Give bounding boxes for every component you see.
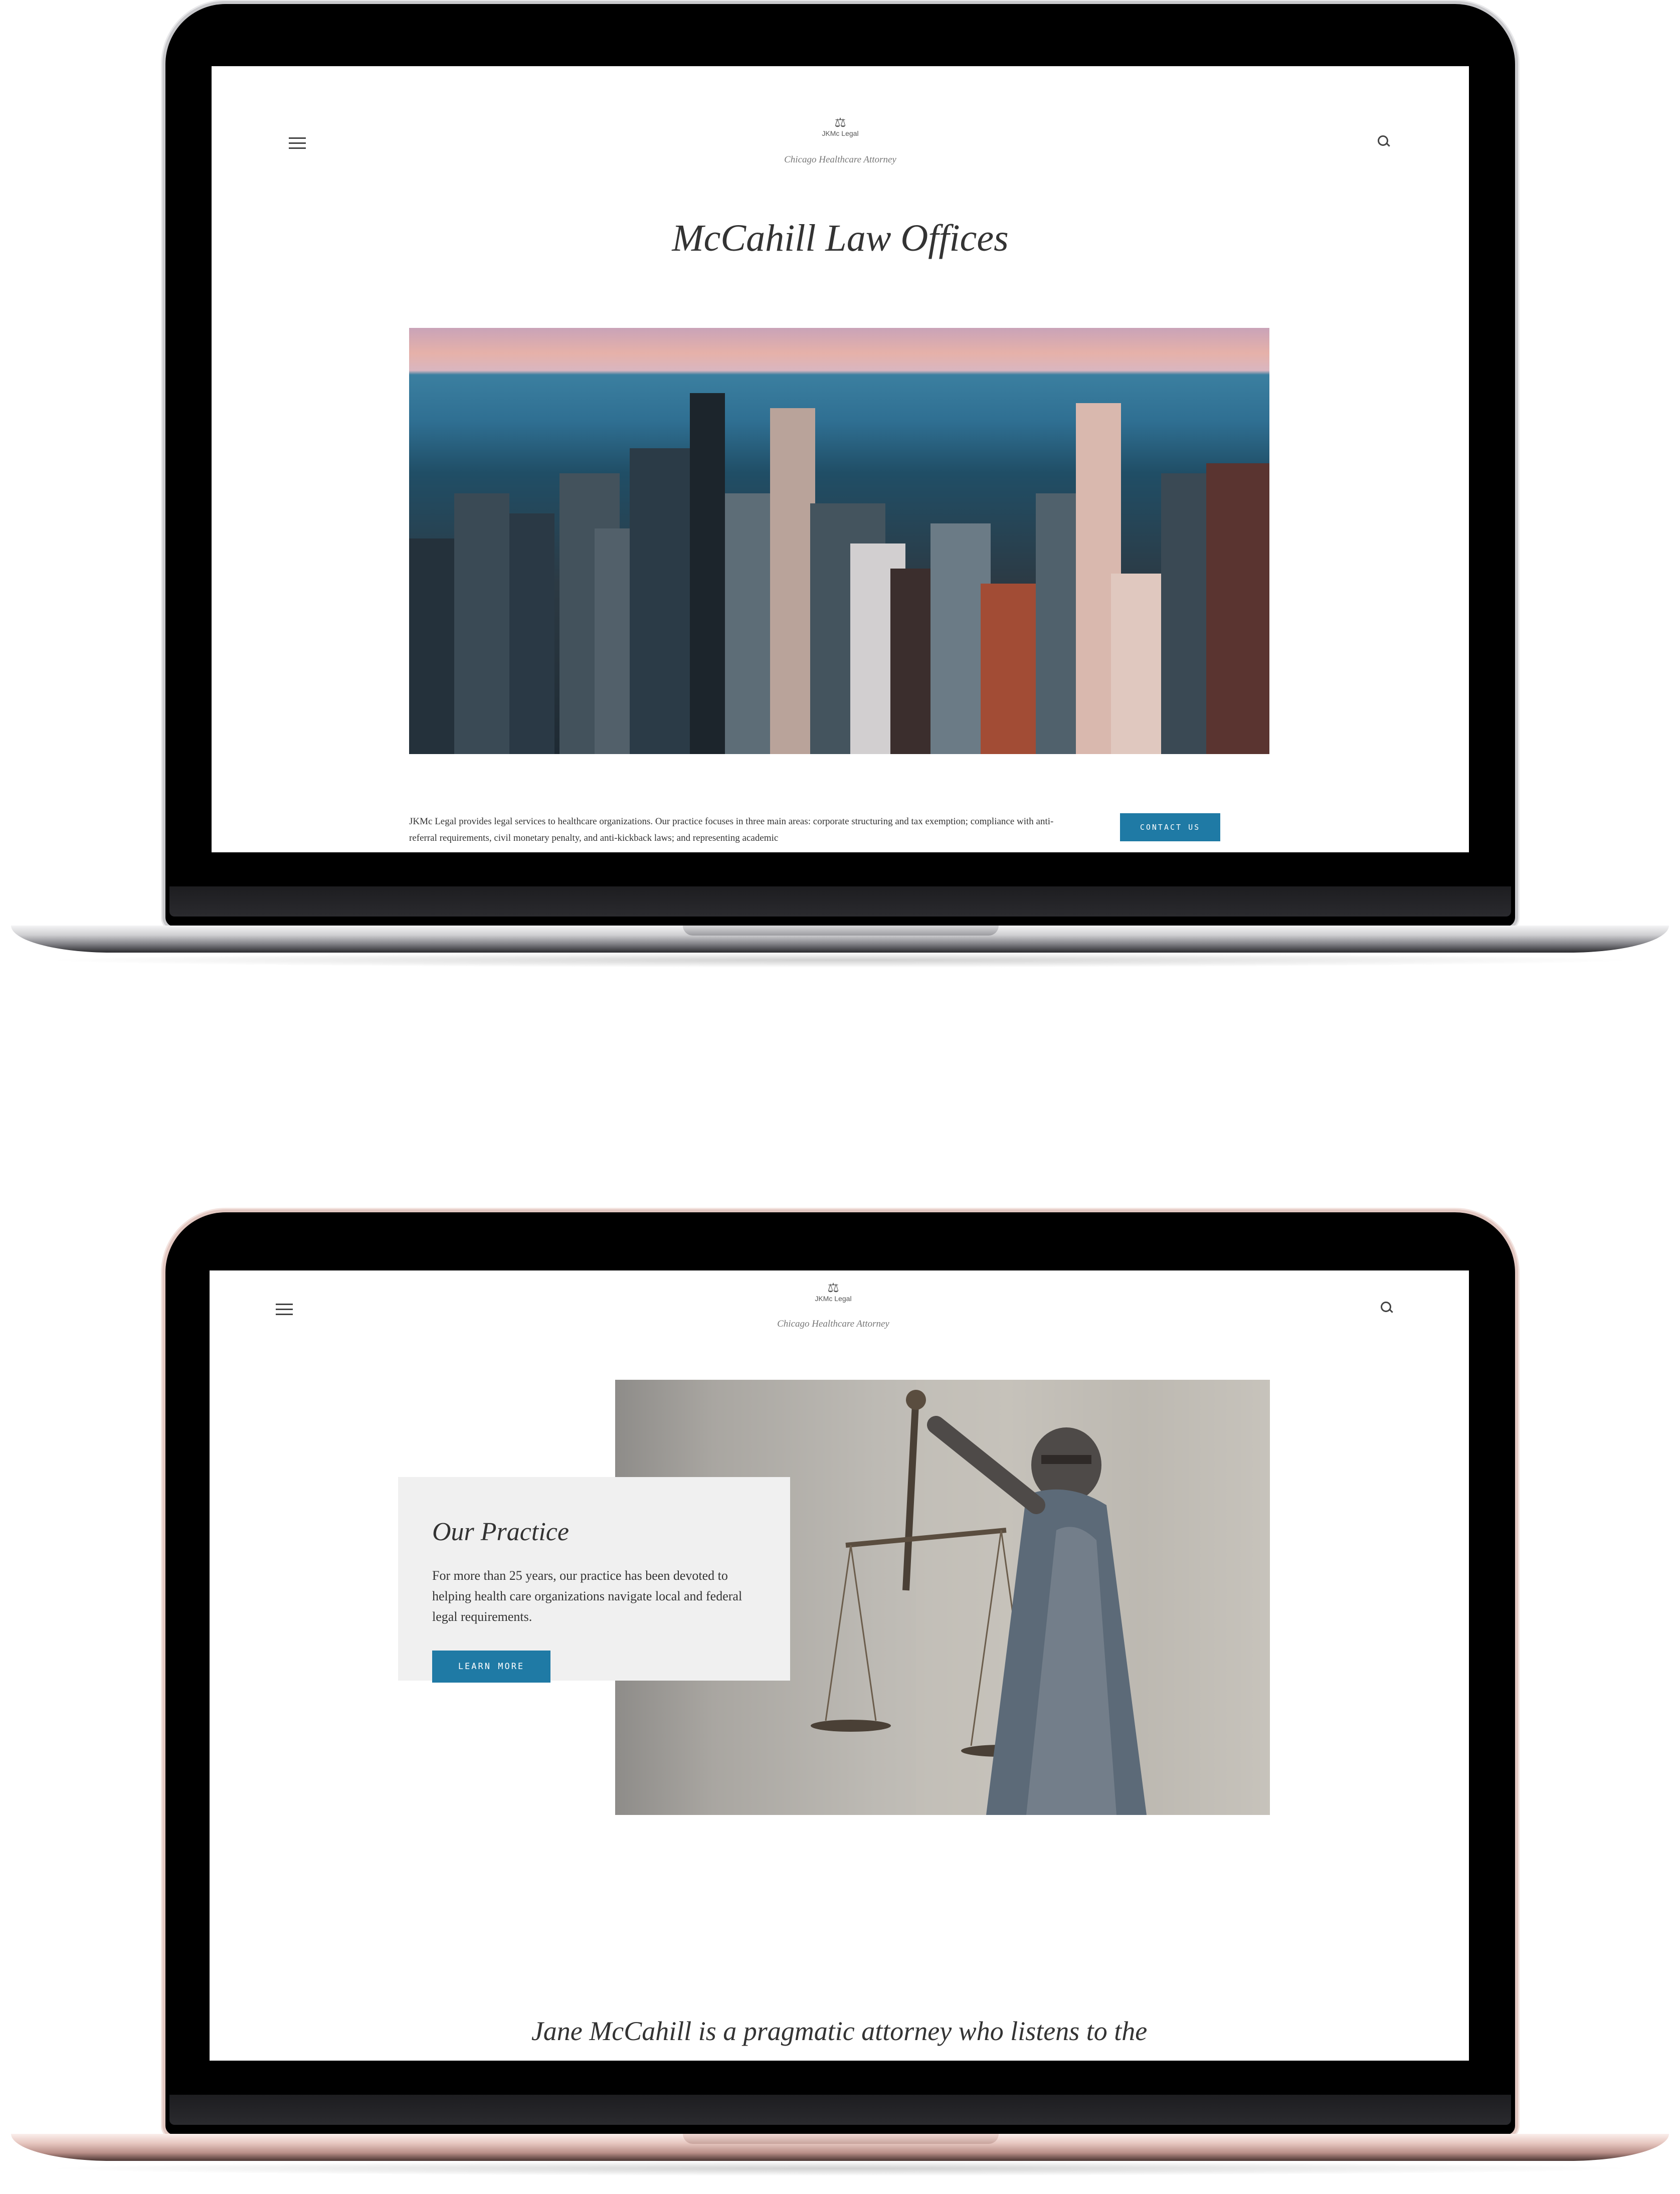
- contact-us-button[interactable]: CONTACT US: [1120, 813, 1220, 841]
- search-icon[interactable]: [1378, 135, 1390, 147]
- testimonial-heading: Jane McCahill is a pragmatic attorney wh…: [531, 2016, 1148, 2046]
- menu-icon[interactable]: [276, 1304, 293, 1316]
- site-logo[interactable]: ⚖ JKMc Legal: [783, 1282, 883, 1303]
- learn-more-button[interactable]: LEARN MORE: [432, 1651, 550, 1683]
- page-title: McCahill Law Offices: [672, 217, 1009, 259]
- site-tagline: Chicago Healthcare Attorney: [777, 1319, 889, 1329]
- laptop-shadow: [40, 2161, 1639, 2176]
- search-icon[interactable]: [1381, 1302, 1393, 1314]
- laptop-chin: [169, 2095, 1511, 2125]
- laptop-notch: [683, 926, 999, 936]
- logo-text: JKMc Legal: [815, 1295, 852, 1303]
- laptop-notch: [683, 2134, 999, 2144]
- card-title: Our Practice: [432, 1518, 569, 1546]
- site-logo[interactable]: ⚖ JKMc Legal: [790, 116, 890, 137]
- card-text: For more than 25 years, our practice has…: [432, 1568, 742, 1624]
- intro-paragraph: JKMc Legal provides legal services to he…: [409, 816, 1054, 843]
- laptop-shadow: [40, 953, 1639, 968]
- laptop-chin: [169, 886, 1511, 917]
- site-tagline: Chicago Healthcare Attorney: [784, 154, 896, 165]
- screen-home: ⚖ JKMc Legal Chicago Healthcare Attorney…: [212, 66, 1469, 852]
- laptop-mockup-top: ⚖ JKMc Legal Chicago Healthcare Attorney…: [0, 0, 1680, 983]
- scales-logo-icon: ⚖: [827, 1281, 839, 1296]
- menu-icon[interactable]: [289, 137, 306, 149]
- laptop-mockup-bottom: ⚖ JKMc Legal Chicago Healthcare Attorney: [0, 1208, 1680, 2191]
- chicago-skyline-image: [409, 328, 1269, 754]
- scales-logo-icon: ⚖: [834, 115, 846, 130]
- screen-practice: ⚖ JKMc Legal Chicago Healthcare Attorney: [210, 1270, 1469, 2061]
- logo-text: JKMc Legal: [822, 129, 859, 137]
- practice-card: Our Practice For more than 25 years, our…: [398, 1477, 790, 1683]
